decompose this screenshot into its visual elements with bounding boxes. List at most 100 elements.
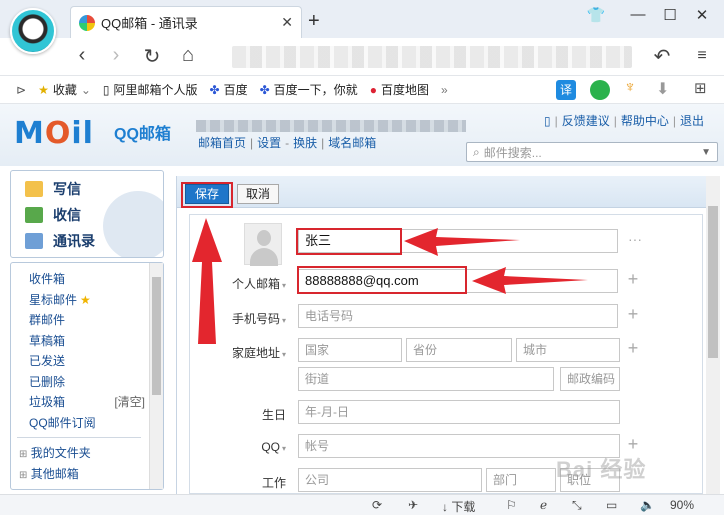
save-highlight-box [181,182,233,208]
bookmark-baidu[interactable]: ✤ 百度 [210,81,248,98]
zip-field[interactable]: 邮政编码 [560,367,620,391]
address-bar[interactable] [232,46,632,68]
apps-grid-icon[interactable]: ⊞ [694,79,707,97]
new-tab-button[interactable]: + [308,10,320,33]
mail-home-link[interactable]: 邮箱首页 [198,136,246,150]
mail-header: MOil QQ邮箱 邮箱首页 | 设置 - 换肤 | 域名邮箱 ▯ | 反馈建议 | 帮助中心 | 退出… [0,104,724,166]
ie-icon[interactable]: ℯ [540,498,547,512]
translate-icon[interactable]: 译 [556,80,576,100]
undo-icon[interactable]: ↶ [650,44,674,69]
scrollbar-thumb[interactable] [152,277,161,395]
forward-icon[interactable]: › [104,44,128,67]
phone-field[interactable]: 电话号码 [298,304,618,328]
bookmark-favorites[interactable]: ★ 收藏 ⌄ [38,81,91,98]
menu-icon[interactable]: ≡ [690,47,714,65]
contact-edit-panel: 保存 取消 张三 ··· 个人邮箱 ▾ 88888888@qq.com + 手机号… [176,176,707,494]
help-link[interactable]: 帮助中心 [621,114,669,128]
tab-strip: QQ邮箱 - 通讯录 ✕ + 👕 — ☐ ✕ [0,0,724,38]
close-tab-icon[interactable]: ✕ [281,14,293,31]
more-icon[interactable]: ··· [628,231,642,247]
compose-label: 写信 [53,181,81,197]
bookmark-label: 收藏 [52,83,77,97]
baidu-watermark: Bai 经验 [556,457,647,482]
home-icon[interactable]: ⌂ [176,44,200,67]
department-field[interactable]: 部门 [486,468,556,492]
refresh-icon[interactable]: ↻ [140,44,164,69]
star-icon: ★ [38,82,49,97]
folder-subscriptions[interactable]: QQ邮件订阅 [11,413,149,434]
settings-link[interactable]: 设置 [257,136,281,150]
compose-button[interactable]: 写信 [25,179,81,199]
more-bookmarks-icon[interactable]: » [441,83,448,97]
chevron-down-icon[interactable]: ▼ [701,147,711,158]
folder-drafts[interactable]: 草稿箱 [11,331,149,352]
expand-icon[interactable]: ⊞ [19,449,27,460]
bookmark-baidu-map[interactable]: ● 百度地图 [370,81,429,98]
expand-icon[interactable]: ⊞ [19,470,27,481]
scrollbar-thumb[interactable] [708,206,718,358]
back-icon[interactable]: ‹ [70,44,94,67]
change-skin-link[interactable]: 换肤 [293,136,317,150]
folder-scrollbar[interactable] [149,263,163,489]
add-phone-icon[interactable]: + [626,304,640,325]
contacts-button[interactable]: 通讯录 [25,231,95,251]
country-field[interactable]: 国家 [298,338,402,362]
folder-group-mail[interactable]: 群邮件 [11,310,149,331]
maximize-icon[interactable]: ☐ [656,6,684,24]
inbox-button[interactable]: 收信 [25,205,81,225]
zoom-level[interactable]: 90% [670,498,694,512]
mail-search-input[interactable]: ⌕ 邮件搜索... ▼ [466,142,718,162]
birthday-field[interactable]: 年-月-日 [298,400,620,424]
company-field[interactable]: 公司 [298,468,482,492]
main-scrollbar[interactable] [706,176,720,494]
folder-inbox[interactable]: 收件箱 [11,269,149,290]
folder-starred[interactable]: 星标邮件 ★ [11,290,149,311]
window-icon[interactable]: ▭ [606,498,617,512]
download-arrow-icon[interactable]: ⬇ [656,79,669,99]
flag-icon[interactable]: ⚐ [506,498,517,512]
add-address-icon[interactable]: + [626,338,640,359]
download-icon[interactable]: ↓ 下载 [442,498,475,515]
close-window-icon[interactable]: ✕ [688,6,716,24]
sidebar-toggle-icon[interactable]: ⊳ [16,83,26,97]
skin-icon[interactable]: 👕 [582,6,610,24]
folder-deleted[interactable]: 已删除 [11,372,149,393]
logout-link[interactable]: 退出 [680,114,704,128]
browser-logo-icon [10,8,56,54]
street-field[interactable]: 街道 [298,367,554,391]
avatar[interactable] [244,223,282,266]
inbox-label: 收信 [53,207,81,223]
bookmark-label: 百度地图 [380,83,429,97]
work-label: 工作 [261,476,286,490]
feedback-link[interactable]: 反馈建议 [562,114,610,128]
speed-icon[interactable]: ⟳ [372,498,382,512]
add-email-icon[interactable]: + [626,269,640,290]
contacts-label: 通讯录 [53,233,95,249]
extension-icon[interactable]: ♆ [624,79,636,97]
folder-sent[interactable]: 已发送 [11,351,149,372]
city-field[interactable]: 城市 [516,338,620,362]
minimize-icon[interactable]: — [624,6,652,23]
clear-spam-link[interactable]: [清空] [114,392,145,413]
phone-label: 手机号码 ▾ [231,312,286,326]
browser-tab[interactable]: QQ邮箱 - 通讯录 ✕ [70,6,302,38]
resize-icon[interactable]: ⤡ [572,498,582,513]
pencil-icon [25,181,43,197]
user-account-blurred [196,120,466,132]
green-extension-icon[interactable] [590,80,610,100]
phone-icon[interactable]: ▯ [544,114,551,128]
navigation-bar: ‹ › ↻ ⌂ ↶ ≡ [0,38,724,76]
folder-group-my-folders[interactable]: ⊞ 我的文件夹 [11,443,149,464]
province-field[interactable]: 省份 [406,338,512,362]
bookmark-aliyun[interactable]: ▯ 阿里邮箱个人版 [103,81,198,98]
folder-spam[interactable]: 垃圾箱 [清空] [11,392,149,413]
cancel-button[interactable]: 取消 [237,184,279,204]
volume-icon[interactable]: 🔈 [640,498,655,512]
domain-mail-link[interactable]: 域名邮箱 [328,136,376,150]
bookmark-label: 百度 [223,83,248,97]
bookmark-label: 百度一下，你就 [273,83,358,97]
folder-group-other-mail[interactable]: ⊞ 其他邮箱 [11,464,149,485]
pin-icon[interactable]: ✈ [408,498,418,512]
bookmark-baidu-search[interactable]: ✤ 百度一下，你就 [260,81,358,98]
bookmark-label: 阿里邮箱个人版 [113,83,198,97]
